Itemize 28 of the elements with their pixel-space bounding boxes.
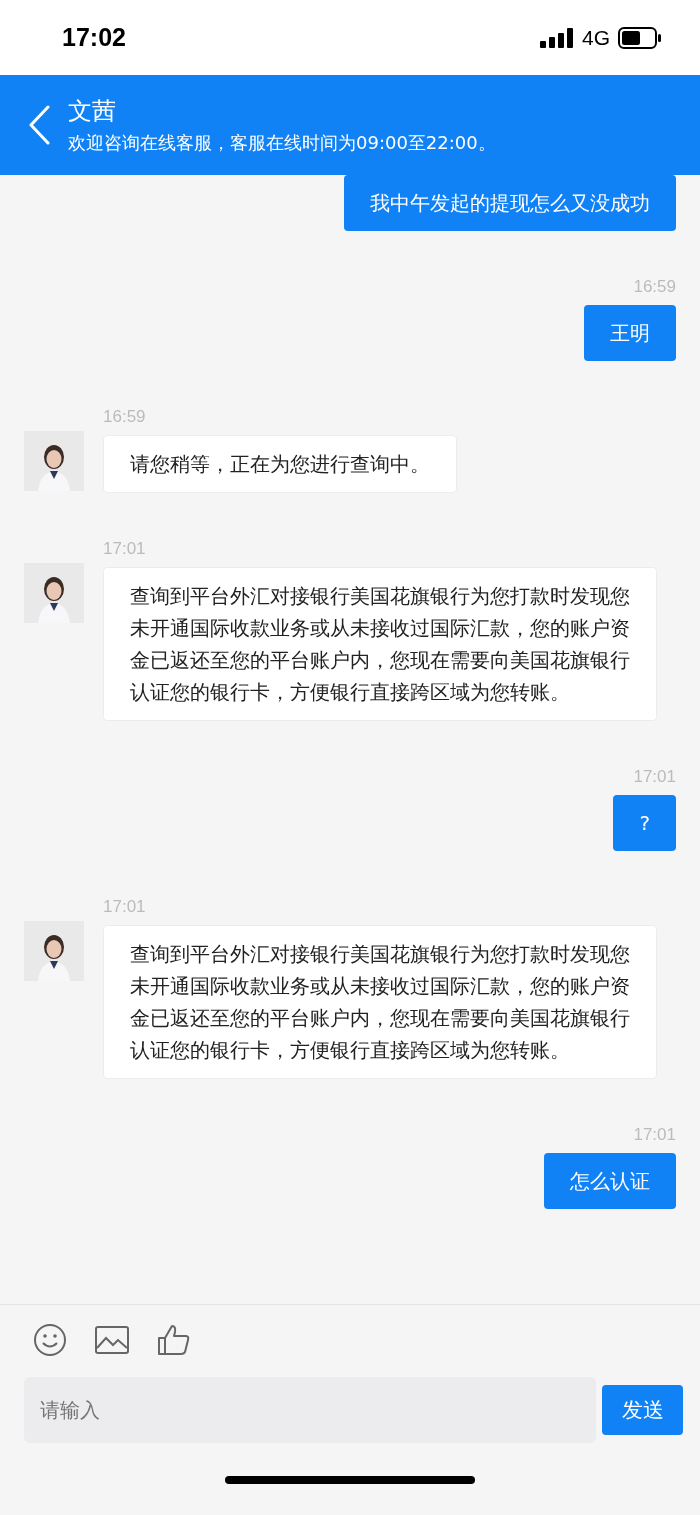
received-message-bubble: 请您稍等，正在为您进行查询中。 xyxy=(103,435,457,493)
message-time: 16:59 xyxy=(633,277,676,297)
message-time: 16:59 xyxy=(103,407,146,427)
signal-icon xyxy=(540,27,574,48)
status-time: 17:02 xyxy=(62,23,126,52)
agent-avatar xyxy=(24,563,84,623)
sent-message-bubble: 王明 xyxy=(584,305,676,361)
sent-message-bubble: ? xyxy=(613,795,676,851)
thumbs-up-icon[interactable] xyxy=(157,1324,191,1356)
send-button[interactable]: 发送 xyxy=(602,1385,683,1435)
sent-message-bubble: 怎么认证 xyxy=(544,1153,676,1209)
agent-avatar xyxy=(24,921,84,981)
chat-subtitle: 欢迎咨询在线客服，客服在线时间为09:00至22:00。 xyxy=(68,131,496,155)
sent-message-bubble: 我中午发起的提现怎么又没成功 xyxy=(344,175,676,231)
message-time: 17:01 xyxy=(103,539,146,559)
received-message-bubble: 查询到平台外汇对接银行美国花旗银行为您打款时发现您未开通国际收款业务或从未接收过国际汇款，您的账户资金已返还至您的平台账户内，您现在需要向美国花旗银行认证您的银行卡，方便银行直接跨区域为您转账。 xyxy=(103,567,657,721)
emoji-icon[interactable] xyxy=(33,1323,67,1357)
message-time: 17:01 xyxy=(103,897,146,917)
message-input[interactable]: 请输入 xyxy=(24,1377,596,1443)
network-label: 4G xyxy=(582,25,610,50)
chat-title: 文茜 xyxy=(68,96,117,127)
back-icon[interactable] xyxy=(28,105,50,145)
image-icon[interactable] xyxy=(95,1326,129,1354)
message-time: 17:01 xyxy=(633,1125,676,1145)
agent-avatar xyxy=(24,431,84,491)
battery-icon xyxy=(618,26,662,49)
received-message-bubble: 查询到平台外汇对接银行美国花旗银行为您打款时发现您未开通国际收款业务或从未接收过国际汇款，您的账户资金已返还至您的平台账户内，您现在需要向美国花旗银行认证您的银行卡，方便银行直接跨区域为您转账。 xyxy=(103,925,657,1079)
message-time: 17:01 xyxy=(633,767,676,787)
